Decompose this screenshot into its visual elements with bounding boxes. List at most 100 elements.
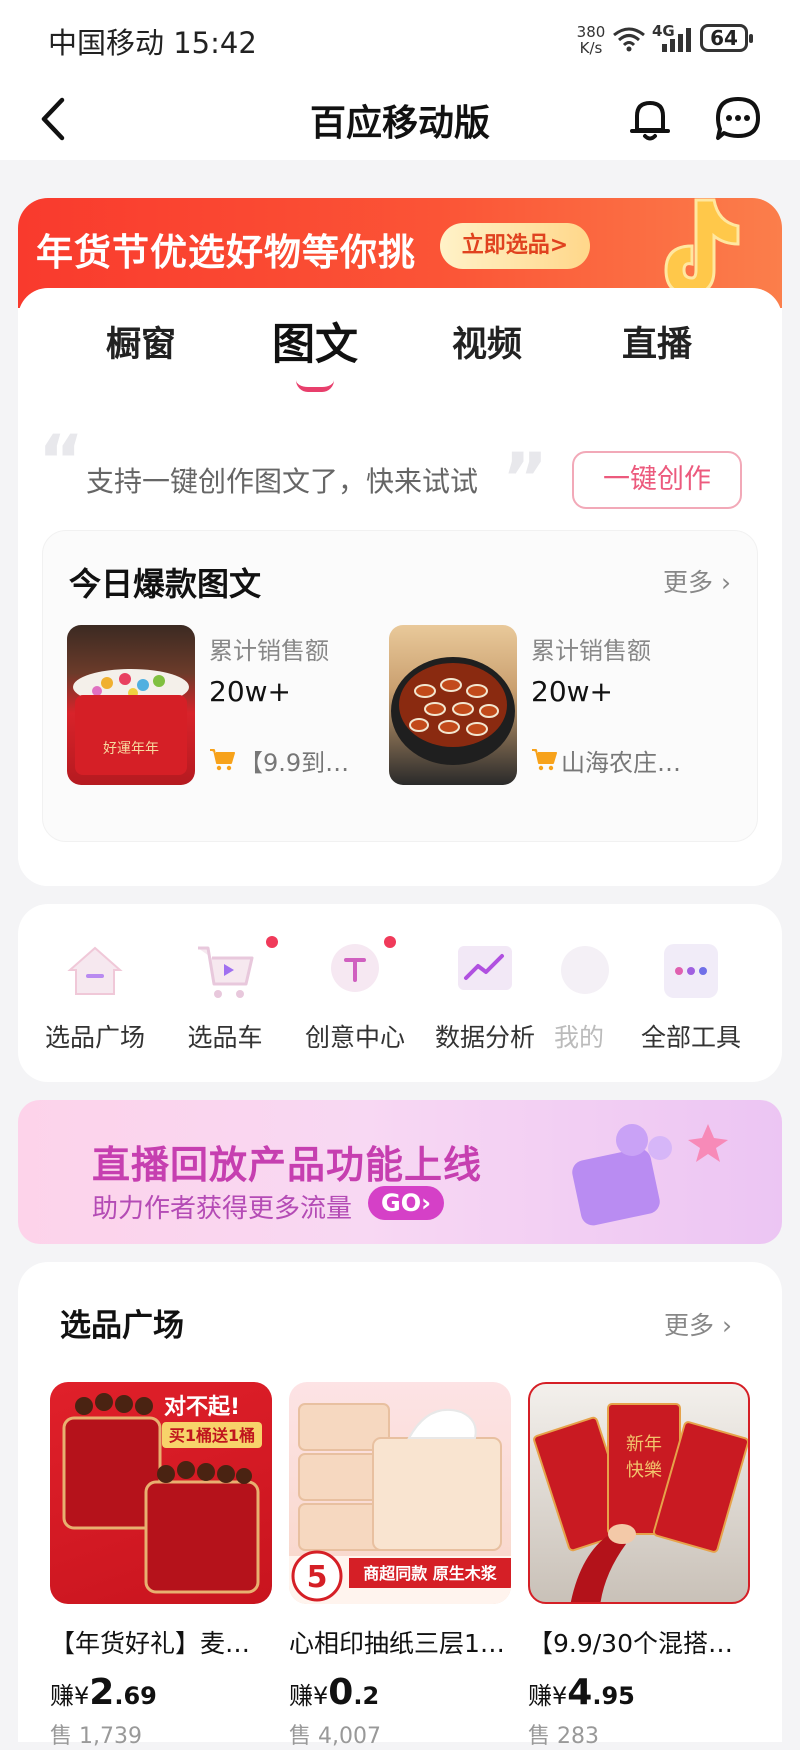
cart-icon (198, 946, 254, 998)
product-image[interactable]: 商超同款 原生木浆 5 (289, 1382, 511, 1604)
live-banner-subtitle: 助力作者获得更多流量 (92, 1194, 353, 1224)
signal-icon (662, 28, 691, 52)
bell-icon[interactable] (625, 94, 675, 144)
svg-text:对不起!: 对不起! (164, 1395, 240, 1420)
svg-text:商超同款 原生木浆: 商超同款 原生木浆 (363, 1564, 498, 1583)
earn-decimal: .2 (353, 1682, 380, 1710)
product-name: 【年货好礼】麦… (50, 1629, 251, 1658)
product-name: 心相印抽纸三层1… (289, 1629, 505, 1658)
one-click-create-button[interactable]: 一键创作 (572, 451, 742, 509)
content-tabs-panel: 橱窗 图文 视频 直播 “ 支持一键创作图文了，快来试试 ” 一键创作 今日爆款… (18, 288, 782, 886)
product-image[interactable]: 对不起! 买1桶送1桶 (50, 1382, 272, 1604)
wifi-icon (613, 27, 645, 52)
tool-product-cart[interactable]: 选品车 (160, 936, 290, 1060)
bulb-icon (331, 944, 379, 992)
sales-value: 20w+ (209, 675, 291, 708)
active-tab-indicator (296, 380, 334, 392)
hot-posts-more-link[interactable]: 更多 › (663, 563, 731, 599)
select-now-button[interactable]: 立即选品> (440, 223, 590, 269)
shopping-cart-icon (532, 749, 557, 771)
tab-showcase[interactable]: 橱窗 (106, 316, 176, 367)
hot-post-item[interactable]: 好運年年 累计销售额 20w+ 【9.9到… (67, 625, 387, 785)
tool-product-plaza[interactable]: 选品广场 (30, 940, 160, 1060)
plaza-title: 选品广场 (60, 1308, 184, 1344)
create-hint-text: 支持一键创作图文了，快来试试 (86, 465, 479, 498)
commission-price: 赚¥0.2 (289, 1672, 379, 1713)
hot-post-thumbnail[interactable] (389, 625, 517, 785)
tool-label: 选品车 (187, 1023, 263, 1052)
tab-live[interactable]: 直播 (622, 316, 692, 367)
sales-label: 累计销售额 (531, 637, 651, 665)
close-quote-icon: ” (502, 438, 549, 520)
battery-indicator: 64 (700, 24, 753, 52)
chat-bubble-icon[interactable] (713, 94, 763, 144)
tool-all-tools[interactable]: 全部工具 (626, 940, 756, 1060)
page-title: 百应移动版 (309, 103, 490, 144)
sales-label: 累计销售额 (209, 637, 329, 665)
hot-posts-title: 今日爆款图文 (69, 565, 262, 603)
sold-count: 售 4,007 (289, 1724, 381, 1749)
dates-tray-image (391, 657, 515, 765)
live-replay-banner[interactable]: 直播回放产品功能上线 助力作者获得更多流量 GO› (18, 1100, 782, 1244)
tissue-pack-image: 商超同款 原生木浆 5 (289, 1403, 511, 1604)
promo-banner-text: 年货节优选好物等你挑 (36, 231, 416, 274)
earn-decimal: .95 (592, 1682, 635, 1710)
plaza-more-link[interactable]: 更多 › (664, 1306, 732, 1342)
chocolate-bucket-image: 对不起! 买1桶送1桶 (62, 1393, 262, 1594)
product-image[interactable]: 新年 快樂 (528, 1382, 750, 1604)
tool-label: 数据分析 (434, 1023, 535, 1052)
svg-text:买1桶送1桶: 买1桶送1桶 (169, 1426, 255, 1445)
hot-posts-section: 今日爆款图文 更多 › 好運年年 累计销售额 20w+ 【9.9到… 累计销售额… (42, 530, 758, 842)
sold-count: 售 283 (528, 1724, 599, 1749)
commission-price: 赚¥4.95 (528, 1672, 635, 1713)
svg-text:快樂: 快樂 (626, 1460, 662, 1481)
chart-icon (458, 946, 512, 990)
earn-integer: 0 (328, 1672, 354, 1713)
user-icon (561, 946, 609, 994)
candy-bucket-image: 好運年年 (73, 669, 189, 775)
camera-icon (572, 1124, 728, 1226)
product-name: 【9.9/30个混搭… (528, 1629, 733, 1658)
svg-text:新年: 新年 (626, 1434, 662, 1455)
net-speed: 380 K/s (576, 23, 606, 57)
earn-decimal: .69 (114, 1682, 157, 1710)
tool-label: 创意中心 (304, 1023, 405, 1052)
live-banner-title: 直播回放产品功能上线 (92, 1143, 483, 1187)
earn-integer: 2 (89, 1672, 115, 1713)
product-plaza-section: 选品广场 更多 › 对不起! 买1桶送1桶 【年货好礼】麦… 赚¥2.69 售 … (18, 1262, 782, 1749)
douyin-logo-icon (664, 198, 740, 296)
notification-badge (384, 936, 396, 948)
tab-video[interactable]: 视频 (452, 316, 522, 367)
earn-prefix: 赚¥ (50, 1682, 90, 1710)
tools-card: 选品广场 选品车 创意中心 数据分析 我的 全部工具 (18, 904, 782, 1082)
top-nav-bar: 百应移动版 (0, 80, 800, 160)
svg-text:好運年年: 好運年年 (103, 741, 159, 757)
tool-mine[interactable]: 我的 (548, 940, 638, 1060)
shop-name: 山海农庄… (561, 749, 681, 777)
open-quote-icon: “ (38, 420, 85, 502)
sales-value: 20w+ (531, 675, 613, 708)
tool-label: 选品广场 (44, 1023, 145, 1052)
go-button[interactable]: GO› (368, 1186, 444, 1220)
earn-integer: 4 (567, 1672, 593, 1713)
tab-image-text[interactable]: 图文 (272, 310, 358, 372)
sold-count: 售 1,739 (50, 1724, 142, 1749)
shop-name: 【9.9到… (239, 749, 350, 777)
more-dots-icon (664, 944, 718, 998)
tool-label: 全部工具 (640, 1023, 741, 1052)
svg-text:5: 5 (307, 1560, 328, 1595)
hot-post-thumbnail[interactable]: 好運年年 (67, 625, 195, 785)
red-envelope-image: 新年 快樂 (533, 1403, 748, 1602)
shopping-cart-icon (210, 749, 235, 771)
house-icon (67, 946, 123, 995)
earn-prefix: 赚¥ (289, 1682, 329, 1710)
hot-post-item[interactable]: 累计销售额 20w+ 山海农庄… (389, 625, 709, 785)
tool-data-analysis[interactable]: 数据分析 (420, 940, 550, 1060)
carrier-time: 中国移动 15:42 (48, 26, 257, 60)
tool-creative-center[interactable]: 创意中心 (290, 936, 420, 1060)
content-card: 年货节优选好物等你挑 立即选品> 橱窗 图文 视频 直播 “ 支持一键创作图文了… (18, 198, 782, 886)
earn-prefix: 赚¥ (528, 1682, 568, 1710)
status-bar: 中国移动 15:42 380 K/s 4G 64 (0, 0, 800, 80)
notification-badge (266, 936, 278, 948)
commission-price: 赚¥2.69 (50, 1672, 157, 1713)
